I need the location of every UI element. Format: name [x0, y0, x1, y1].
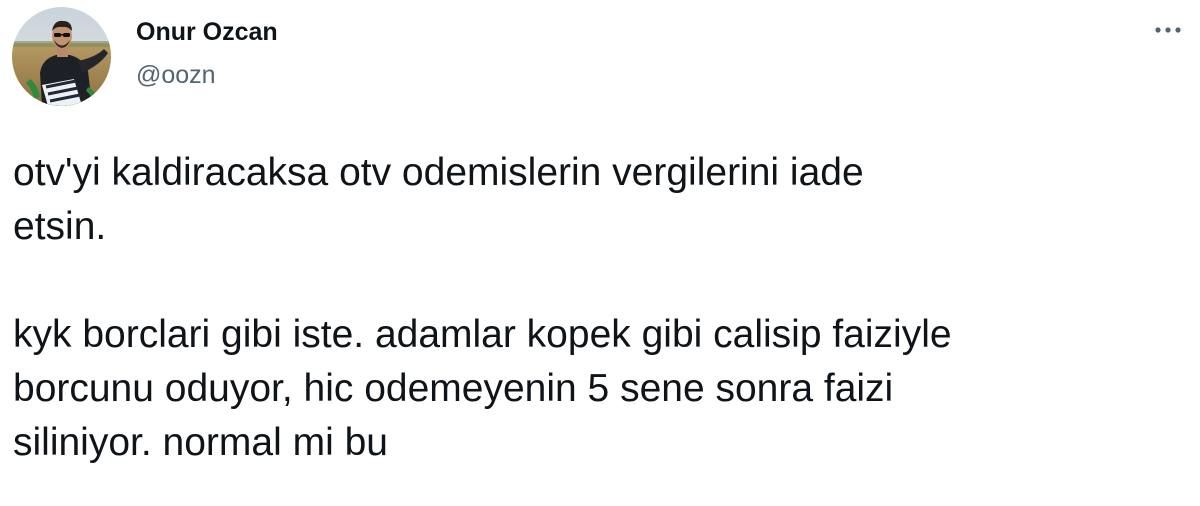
more-options-button[interactable] — [1150, 18, 1186, 42]
avatar-photo — [12, 7, 111, 106]
more-horizontal-icon — [1155, 27, 1181, 33]
avatar[interactable] — [12, 7, 111, 106]
tweet-text: otv'yi kaldiracaksa otv odemislerin verg… — [13, 146, 1183, 470]
tweet-card: Onur Ozcan @oozn otv'yi kaldiracaksa otv… — [0, 0, 1200, 506]
author-handle[interactable]: @oozn — [136, 60, 216, 90]
author-display-name[interactable]: Onur Ozcan — [136, 17, 278, 47]
tweet-paragraph: otv'yi kaldiracaksa otv odemislerin verg… — [13, 151, 864, 248]
tweet-paragraph: kyk borclari gibi iste. adamlar kopek gi… — [13, 313, 952, 464]
